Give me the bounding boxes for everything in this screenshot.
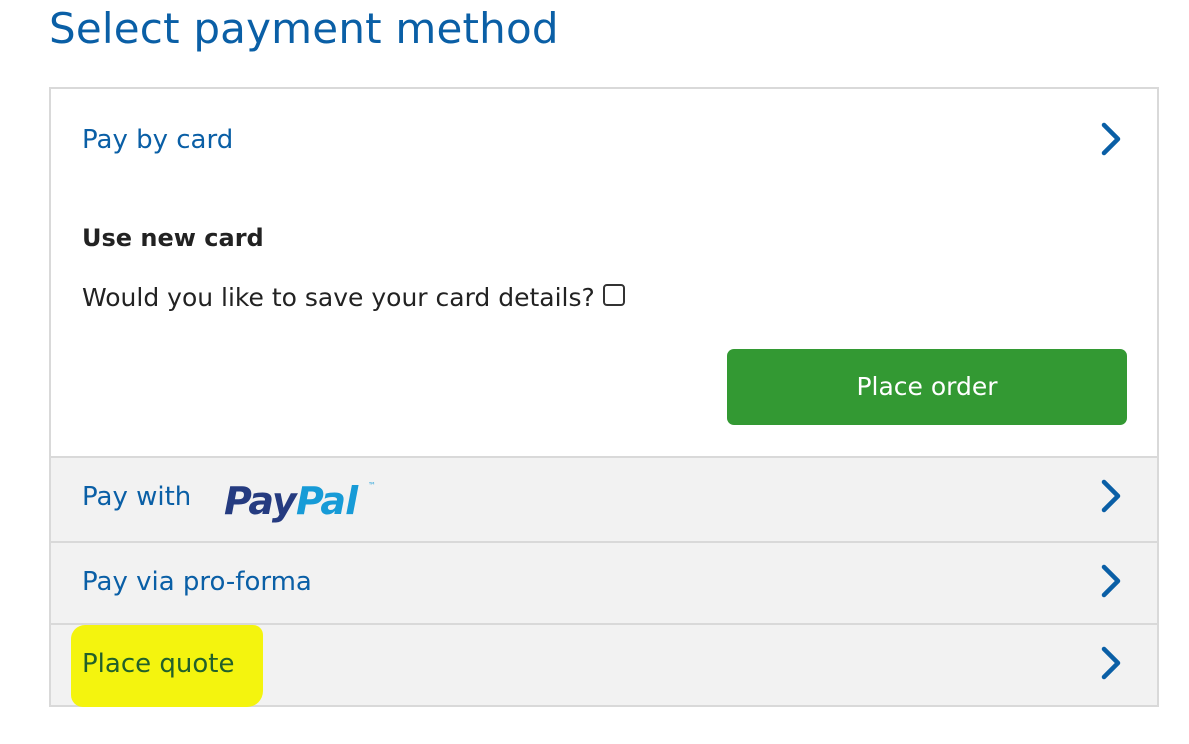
payment-method-proforma[interactable]: Pay via pro-forma: [51, 541, 1157, 623]
payment-method-paypal[interactable]: Pay with Pay Pal ™: [51, 456, 1157, 541]
save-card-label: Would you like to save your card details…: [82, 283, 595, 312]
place-order-button[interactable]: Place order: [727, 349, 1127, 425]
payment-method-card: Pay by card Use new card Would you like …: [51, 89, 1157, 456]
svg-text:Pal: Pal: [296, 479, 359, 523]
payment-method-quote[interactable]: Place quote: [51, 623, 1157, 707]
payment-methods-list: Pay by card Use new card Would you like …: [49, 87, 1159, 707]
paypal-logo: Pay Pal ™: [224, 479, 376, 523]
save-card-checkbox[interactable]: [602, 284, 625, 306]
chevron-right-icon[interactable]: [1099, 121, 1123, 157]
svg-text:Pay: Pay: [224, 479, 299, 523]
save-card-row: Would you like to save your card details…: [82, 281, 625, 315]
use-new-card-heading: Use new card: [82, 224, 264, 252]
chevron-right-icon[interactable]: [1099, 478, 1123, 514]
place-quote-label: Place quote: [82, 649, 235, 679]
pay-with-paypal-label: Pay with: [82, 482, 192, 512]
chevron-right-icon[interactable]: [1099, 563, 1123, 599]
page-title: Select payment method: [49, 4, 559, 53]
pay-via-proforma-label: Pay via pro-forma: [82, 567, 312, 597]
chevron-right-icon[interactable]: [1099, 645, 1123, 681]
svg-text:™: ™: [368, 481, 376, 490]
pay-by-card-link[interactable]: Pay by card: [82, 123, 233, 157]
